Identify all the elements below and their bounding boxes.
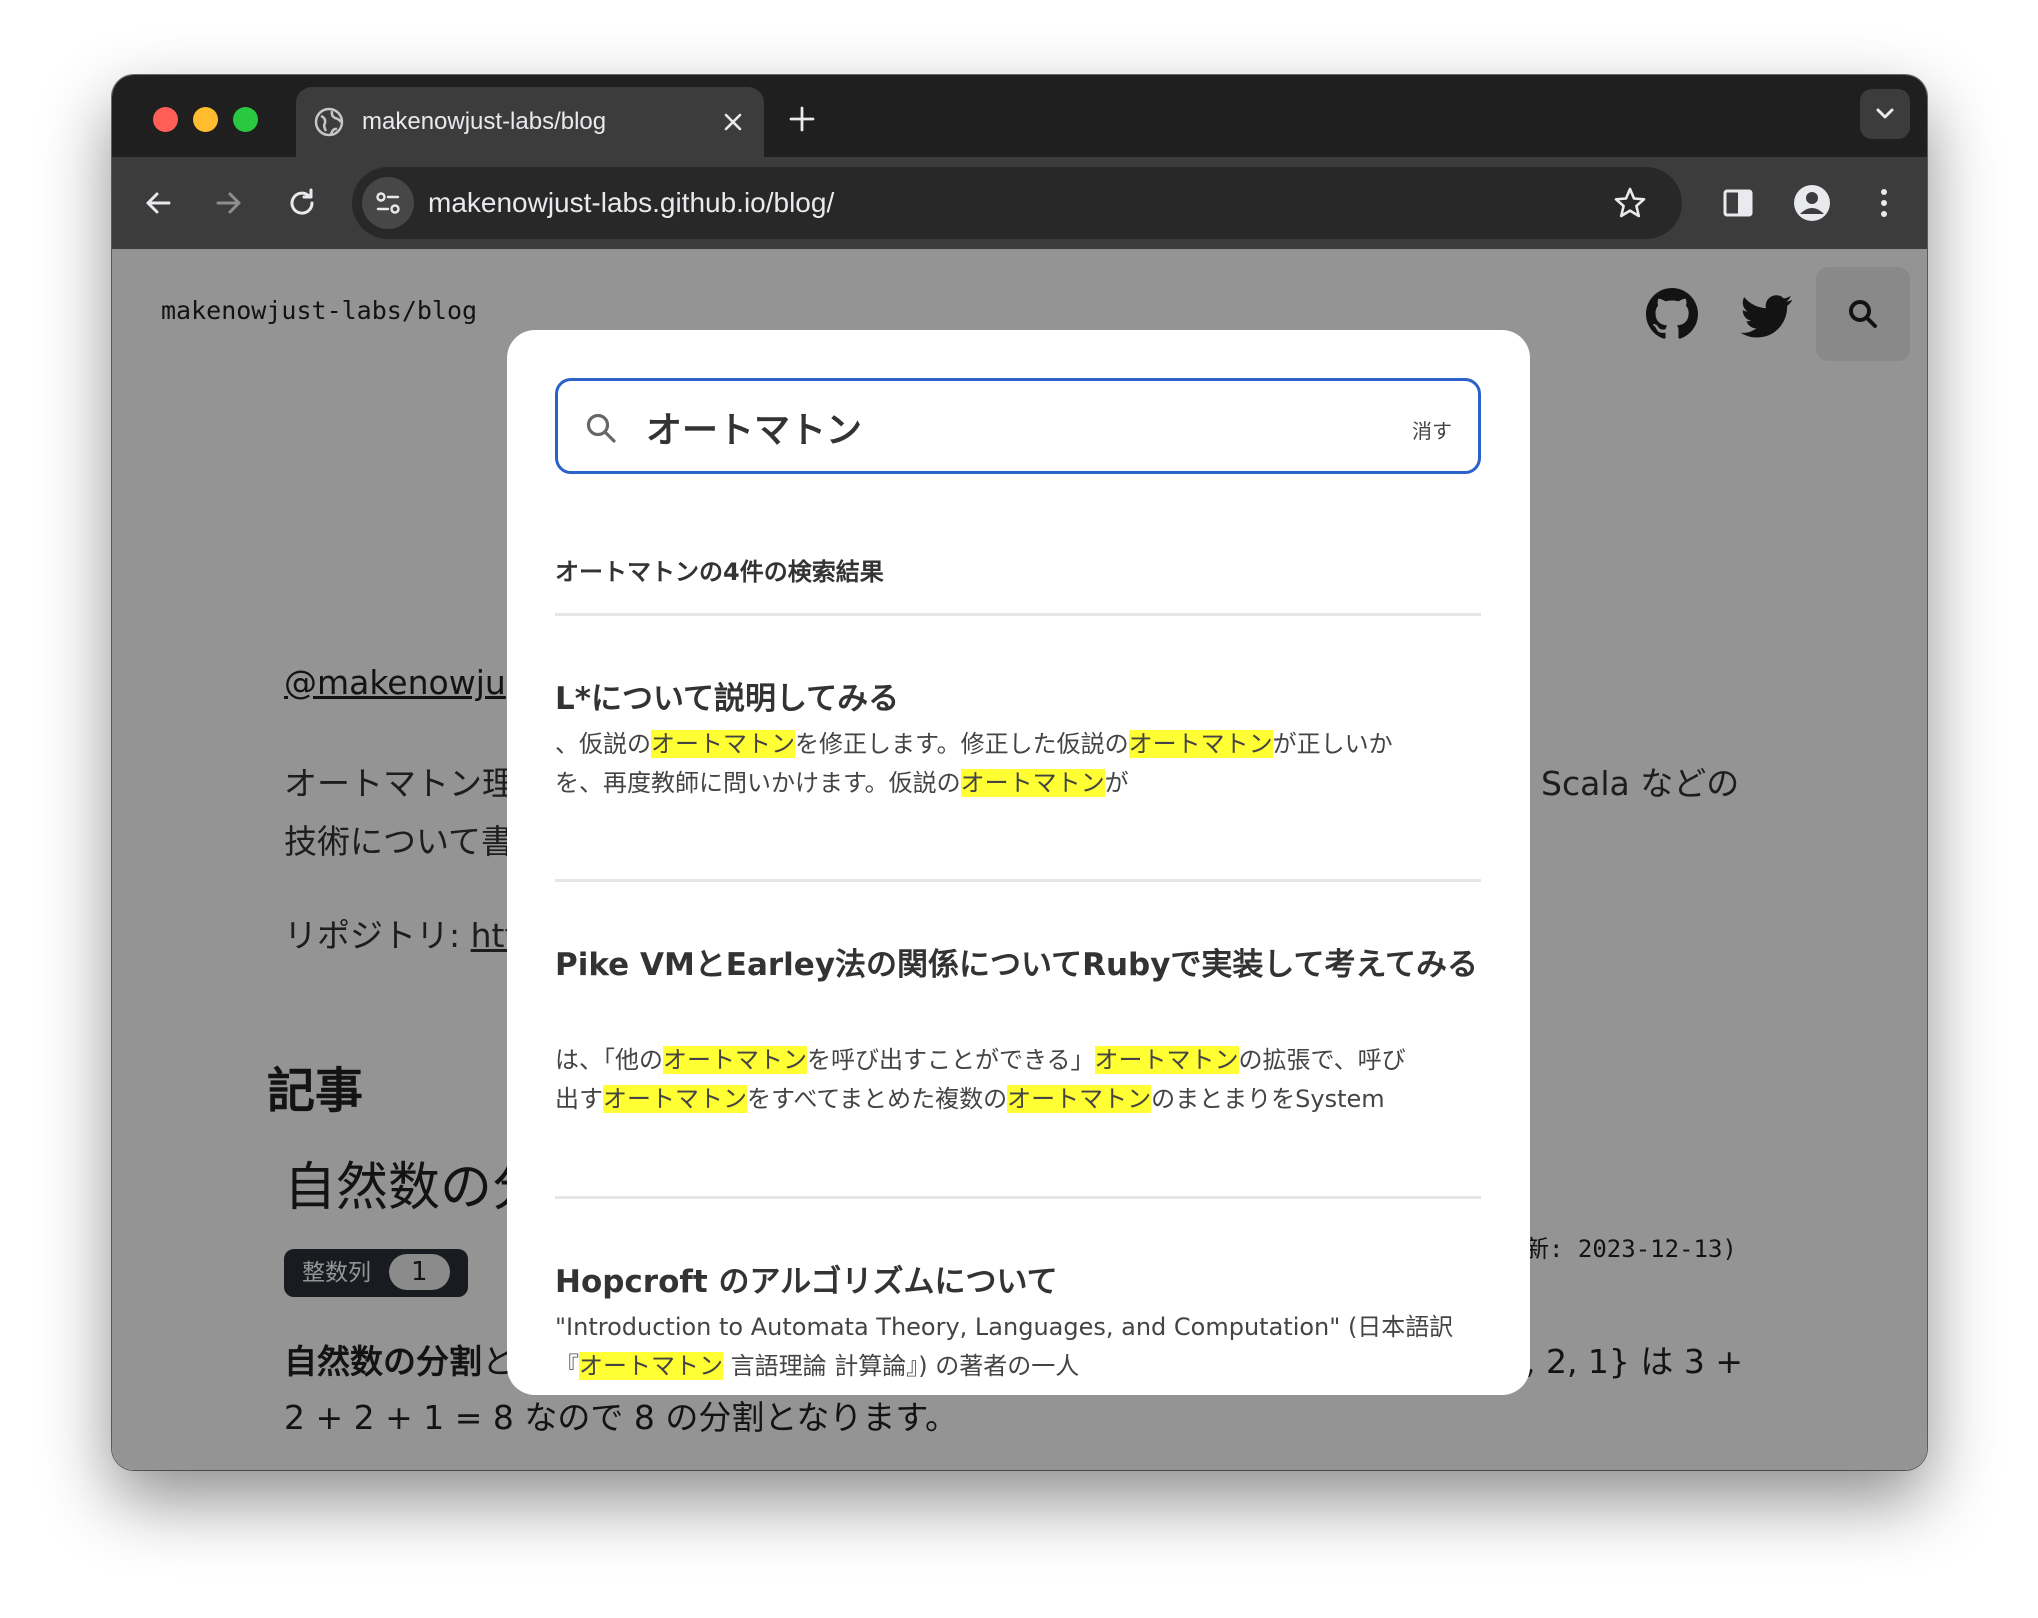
result-count: オートマトンの4件の検索結果	[555, 558, 884, 586]
excerpt-text: 言語理論 計算論』) の著者の一人	[723, 1352, 1080, 1380]
highlight-match: オートマトン	[651, 730, 795, 758]
close-tab-icon[interactable]	[721, 110, 745, 134]
excerpt-text: を修正します。修正した仮説の	[795, 730, 1129, 758]
highlight-match: オートマトン	[603, 1085, 747, 1113]
result-title[interactable]: Hopcroft のアルゴリズムについて	[555, 1257, 1481, 1307]
search-input[interactable]	[646, 395, 1366, 459]
close-window-button[interactable]	[153, 107, 178, 132]
zoom-window-button[interactable]	[233, 107, 258, 132]
result-excerpt: "Introduction to Automata Theory, Langua…	[555, 1308, 1481, 1386]
tab-title: makenowjust-labs/blog	[362, 108, 607, 135]
minimize-window-button[interactable]	[193, 107, 218, 132]
result-excerpt: は、「他のオートマトンを呼び出すことができる」オートマトンの拡張で、呼び 出すオー…	[555, 1041, 1481, 1119]
profile-avatar-icon[interactable]	[1792, 183, 1832, 223]
excerpt-text: は、「他の	[555, 1046, 663, 1074]
side-panel-icon[interactable]	[1720, 185, 1756, 221]
new-tab-icon[interactable]	[786, 103, 818, 135]
highlight-match: オートマトン	[663, 1046, 807, 1074]
search-modal: 消す オートマトンの4件の検索結果 L*について説明してみる 、仮説のオートマト…	[507, 330, 1530, 1395]
divider	[555, 613, 1481, 616]
excerpt-text: のまとまりをSystem	[1151, 1085, 1385, 1113]
divider	[555, 1196, 1481, 1199]
highlight-match: オートマトン	[960, 769, 1105, 797]
url-text[interactable]: makenowjust-labs.github.io/blog/	[428, 167, 834, 239]
browser-toolbar: makenowjust-labs.github.io/blog/	[112, 157, 1927, 249]
tab-active[interactable]: makenowjust-labs/blog	[296, 87, 764, 157]
back-arrow-icon[interactable]	[140, 185, 176, 221]
tab-search-button[interactable]	[1860, 89, 1910, 139]
address-bar[interactable]: makenowjust-labs.github.io/blog/	[352, 167, 1682, 239]
tab-strip: makenowjust-labs/blog	[112, 75, 1927, 157]
clear-button[interactable]: 消す	[1412, 415, 1452, 444]
excerpt-text: をすべてまとめた複数の	[747, 1085, 1008, 1113]
highlight-match: オートマトン	[1094, 1046, 1239, 1074]
globe-icon	[314, 107, 344, 137]
highlight-match: オートマトン	[579, 1352, 723, 1380]
excerpt-text: 出す	[555, 1085, 603, 1113]
excerpt-text: 『	[555, 1352, 579, 1380]
excerpt-text: が正しいか	[1272, 730, 1393, 758]
excerpt-text: を、再度教師に問いかけます。仮説の	[555, 769, 961, 797]
excerpt-text: を呼び出すことができる」	[807, 1046, 1095, 1074]
result-excerpt: 、仮説のオートマトンを修正します。修正した仮説のオートマトンが正しいか を、再度教…	[555, 725, 1481, 803]
excerpt-text: 、仮説の	[555, 730, 651, 758]
highlight-match: オートマトン	[1007, 1085, 1152, 1113]
excerpt-text: の拡張で、呼び	[1238, 1046, 1406, 1074]
excerpt-text: "Introduction to Automata Theory, Langua…	[555, 1313, 1454, 1341]
highlight-match: オートマトン	[1128, 730, 1273, 758]
forward-arrow-icon[interactable]	[211, 185, 247, 221]
bookmark-star-icon[interactable]	[1612, 185, 1648, 221]
browser-window: makenowjust-labs/blog makenowjust-labs.g…	[112, 75, 1927, 1470]
result-title[interactable]: Pike VMとEarley法の関係についてRubyで実装して考えてみる	[555, 940, 1481, 990]
search-field[interactable]: 消す	[555, 378, 1481, 474]
reload-icon[interactable]	[284, 185, 320, 221]
result-title[interactable]: L*について説明してみる	[555, 674, 1481, 724]
more-menu-icon[interactable]	[1866, 185, 1902, 221]
tune-icon	[376, 192, 400, 214]
site-info-button[interactable]	[362, 177, 414, 229]
search-icon	[586, 413, 616, 443]
chevron-down-icon	[1876, 108, 1894, 119]
divider	[555, 879, 1481, 882]
page-content: makenowjust-labs/blog @makenowju オートマトン理…	[112, 249, 1927, 1470]
excerpt-text: が	[1104, 769, 1129, 797]
